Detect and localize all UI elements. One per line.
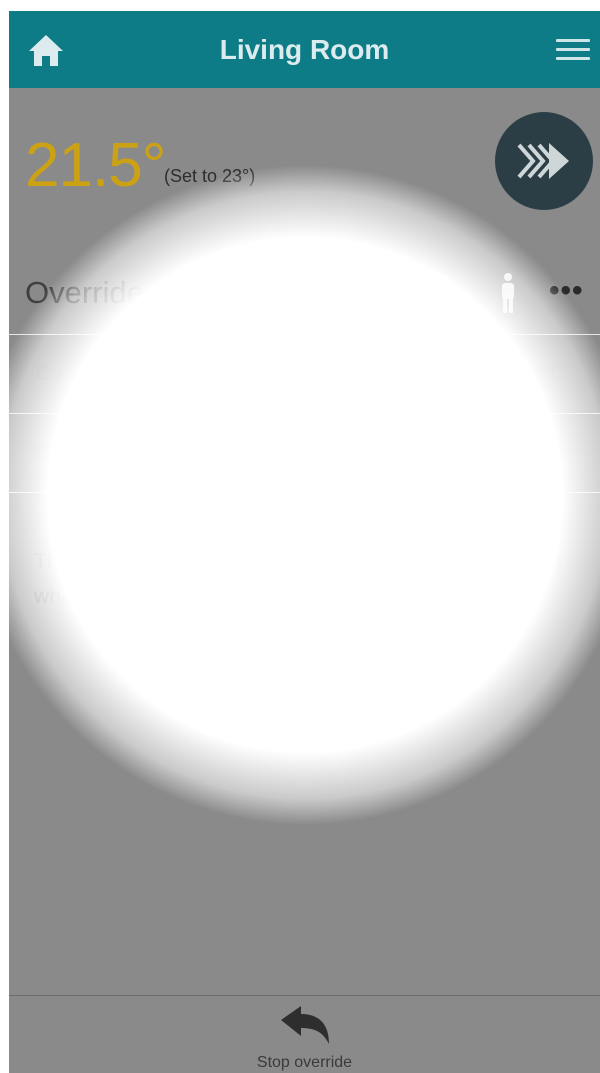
person-icon[interactable] <box>497 272 519 314</box>
more-options-icon[interactable]: ••• <box>549 274 584 308</box>
hamburger-menu-icon[interactable] <box>556 39 590 61</box>
override-duration-row[interactable]: Override duration: 00:59 <box>9 413 600 492</box>
divider <box>9 492 600 494</box>
override-header: Override Setup ••• <box>9 250 600 334</box>
bottom-bar: Stop override <box>9 995 600 1073</box>
fast-forward-icon <box>517 143 569 179</box>
override-duration-label: Override duration: <box>36 441 205 464</box>
current-temperature: 21.5° <box>25 131 166 200</box>
override-info-text: This zone is currently overridden and wi… <box>34 550 563 608</box>
undo-arrow-icon <box>281 1006 329 1044</box>
override-temperature-label: Override temperature: <box>36 362 242 385</box>
page-title: Living Room <box>219 33 390 65</box>
override-temperature-row[interactable]: Override temperature: 23°C <box>9 334 600 413</box>
thermometer-icon[interactable] <box>437 272 455 314</box>
stop-override-label: Stop override <box>256 1054 353 1071</box>
app-frame: Living Room 21.5° (Set to 23°) Override … <box>9 11 600 1073</box>
override-temperature-value: 23°C <box>518 362 565 385</box>
set-temperature-label: (Set to 23°) <box>164 166 256 186</box>
status-panel: 21.5° (Set to 23°) <box>9 88 600 253</box>
override-duration-value: 00:59 <box>512 441 565 464</box>
override-action-button[interactable] <box>495 112 593 210</box>
top-bar: Living Room <box>9 11 600 88</box>
home-icon[interactable] <box>27 33 65 67</box>
override-setup-title: Override Setup <box>25 275 234 310</box>
